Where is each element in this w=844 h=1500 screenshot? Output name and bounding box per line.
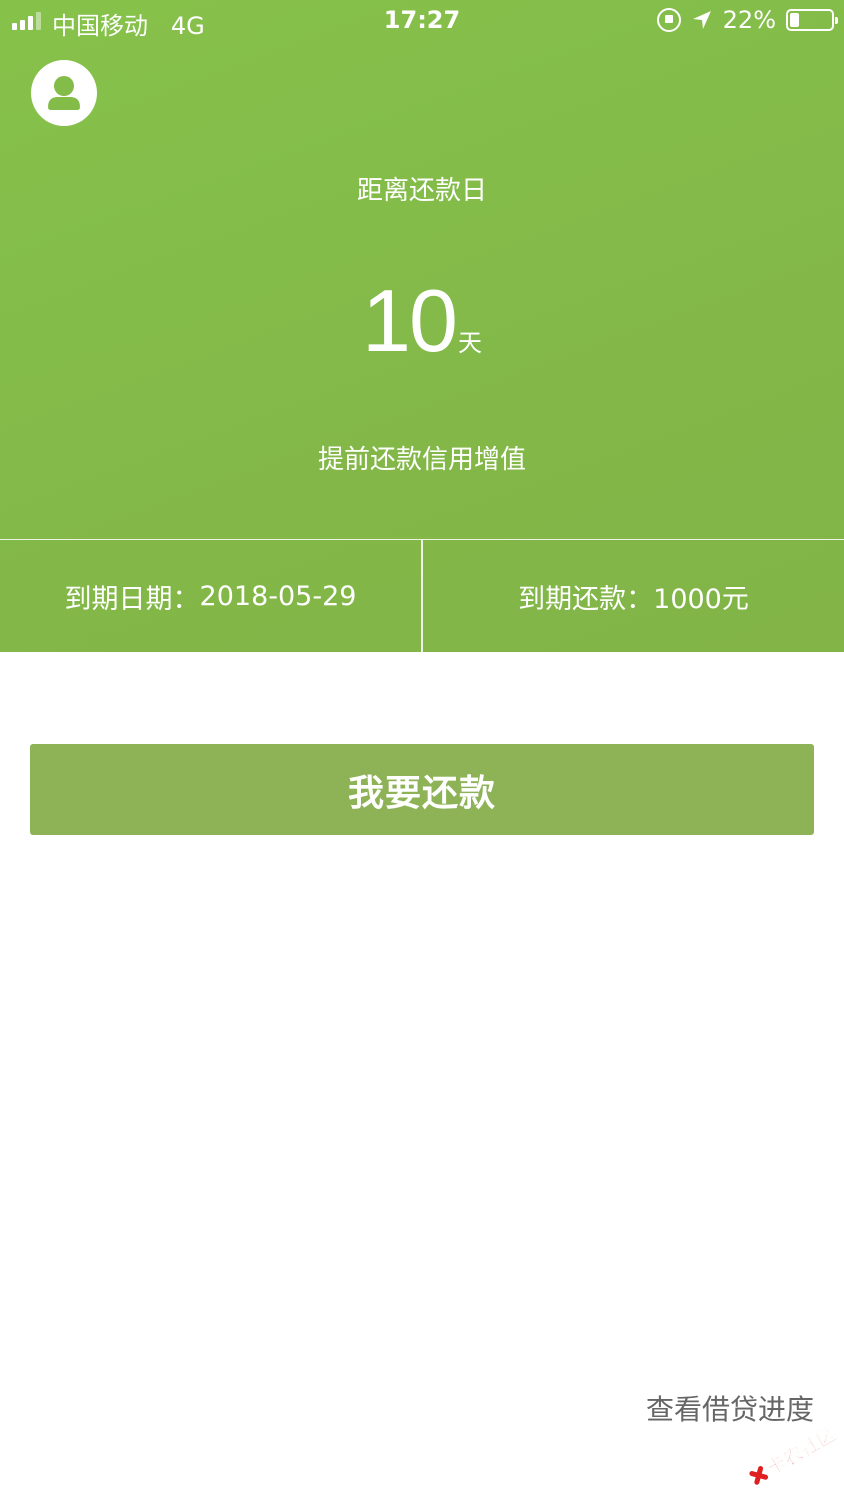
repay-button[interactable]: 我要还款 [30, 744, 814, 835]
slogan-text: 提前还款信用增值 [317, 445, 526, 475]
due-info-row: 到期日期： 2018-05-29 到期还款： 1000元 [0, 539, 844, 652]
view-loan-progress-link[interactable]: 查看借贷进度 [646, 1388, 814, 1428]
countdown-days: 10 [362, 271, 458, 370]
watermark-logo: 卡农社区 [740, 1422, 844, 1485]
due-date-cell: 到期日期： 2018-05-29 [0, 540, 421, 652]
status-indicators: 22% [656, 6, 838, 34]
svg-text:卡农社区: 卡农社区 [763, 1425, 840, 1480]
due-amount-label: 到期还款： [518, 583, 654, 615]
due-amount-cell: 到期还款： 1000元 [421, 540, 844, 652]
due-date-label: 到期日期： [64, 583, 200, 615]
battery-percent: 22% [722, 6, 776, 34]
location-arrow-icon [691, 9, 713, 31]
status-bar: 中国移动 4G 17:27 22% [0, 0, 844, 44]
battery-icon [786, 9, 838, 31]
rotation-lock-icon [656, 8, 681, 32]
due-date-value: 2018-05-29 [199, 580, 357, 612]
countdown-unit: 天 [457, 329, 482, 357]
countdown-label: 距离还款日 [356, 176, 487, 206]
countdown: 10天 [0, 270, 844, 372]
user-icon [48, 76, 80, 110]
header-panel: 中国移动 4G 17:27 22% 距离还款日 10天 提前还款信用增值 到期日… [0, 0, 844, 652]
due-amount-value: 1000元 [653, 583, 749, 615]
user-avatar-button[interactable] [31, 60, 97, 126]
battery-fill [790, 13, 799, 27]
